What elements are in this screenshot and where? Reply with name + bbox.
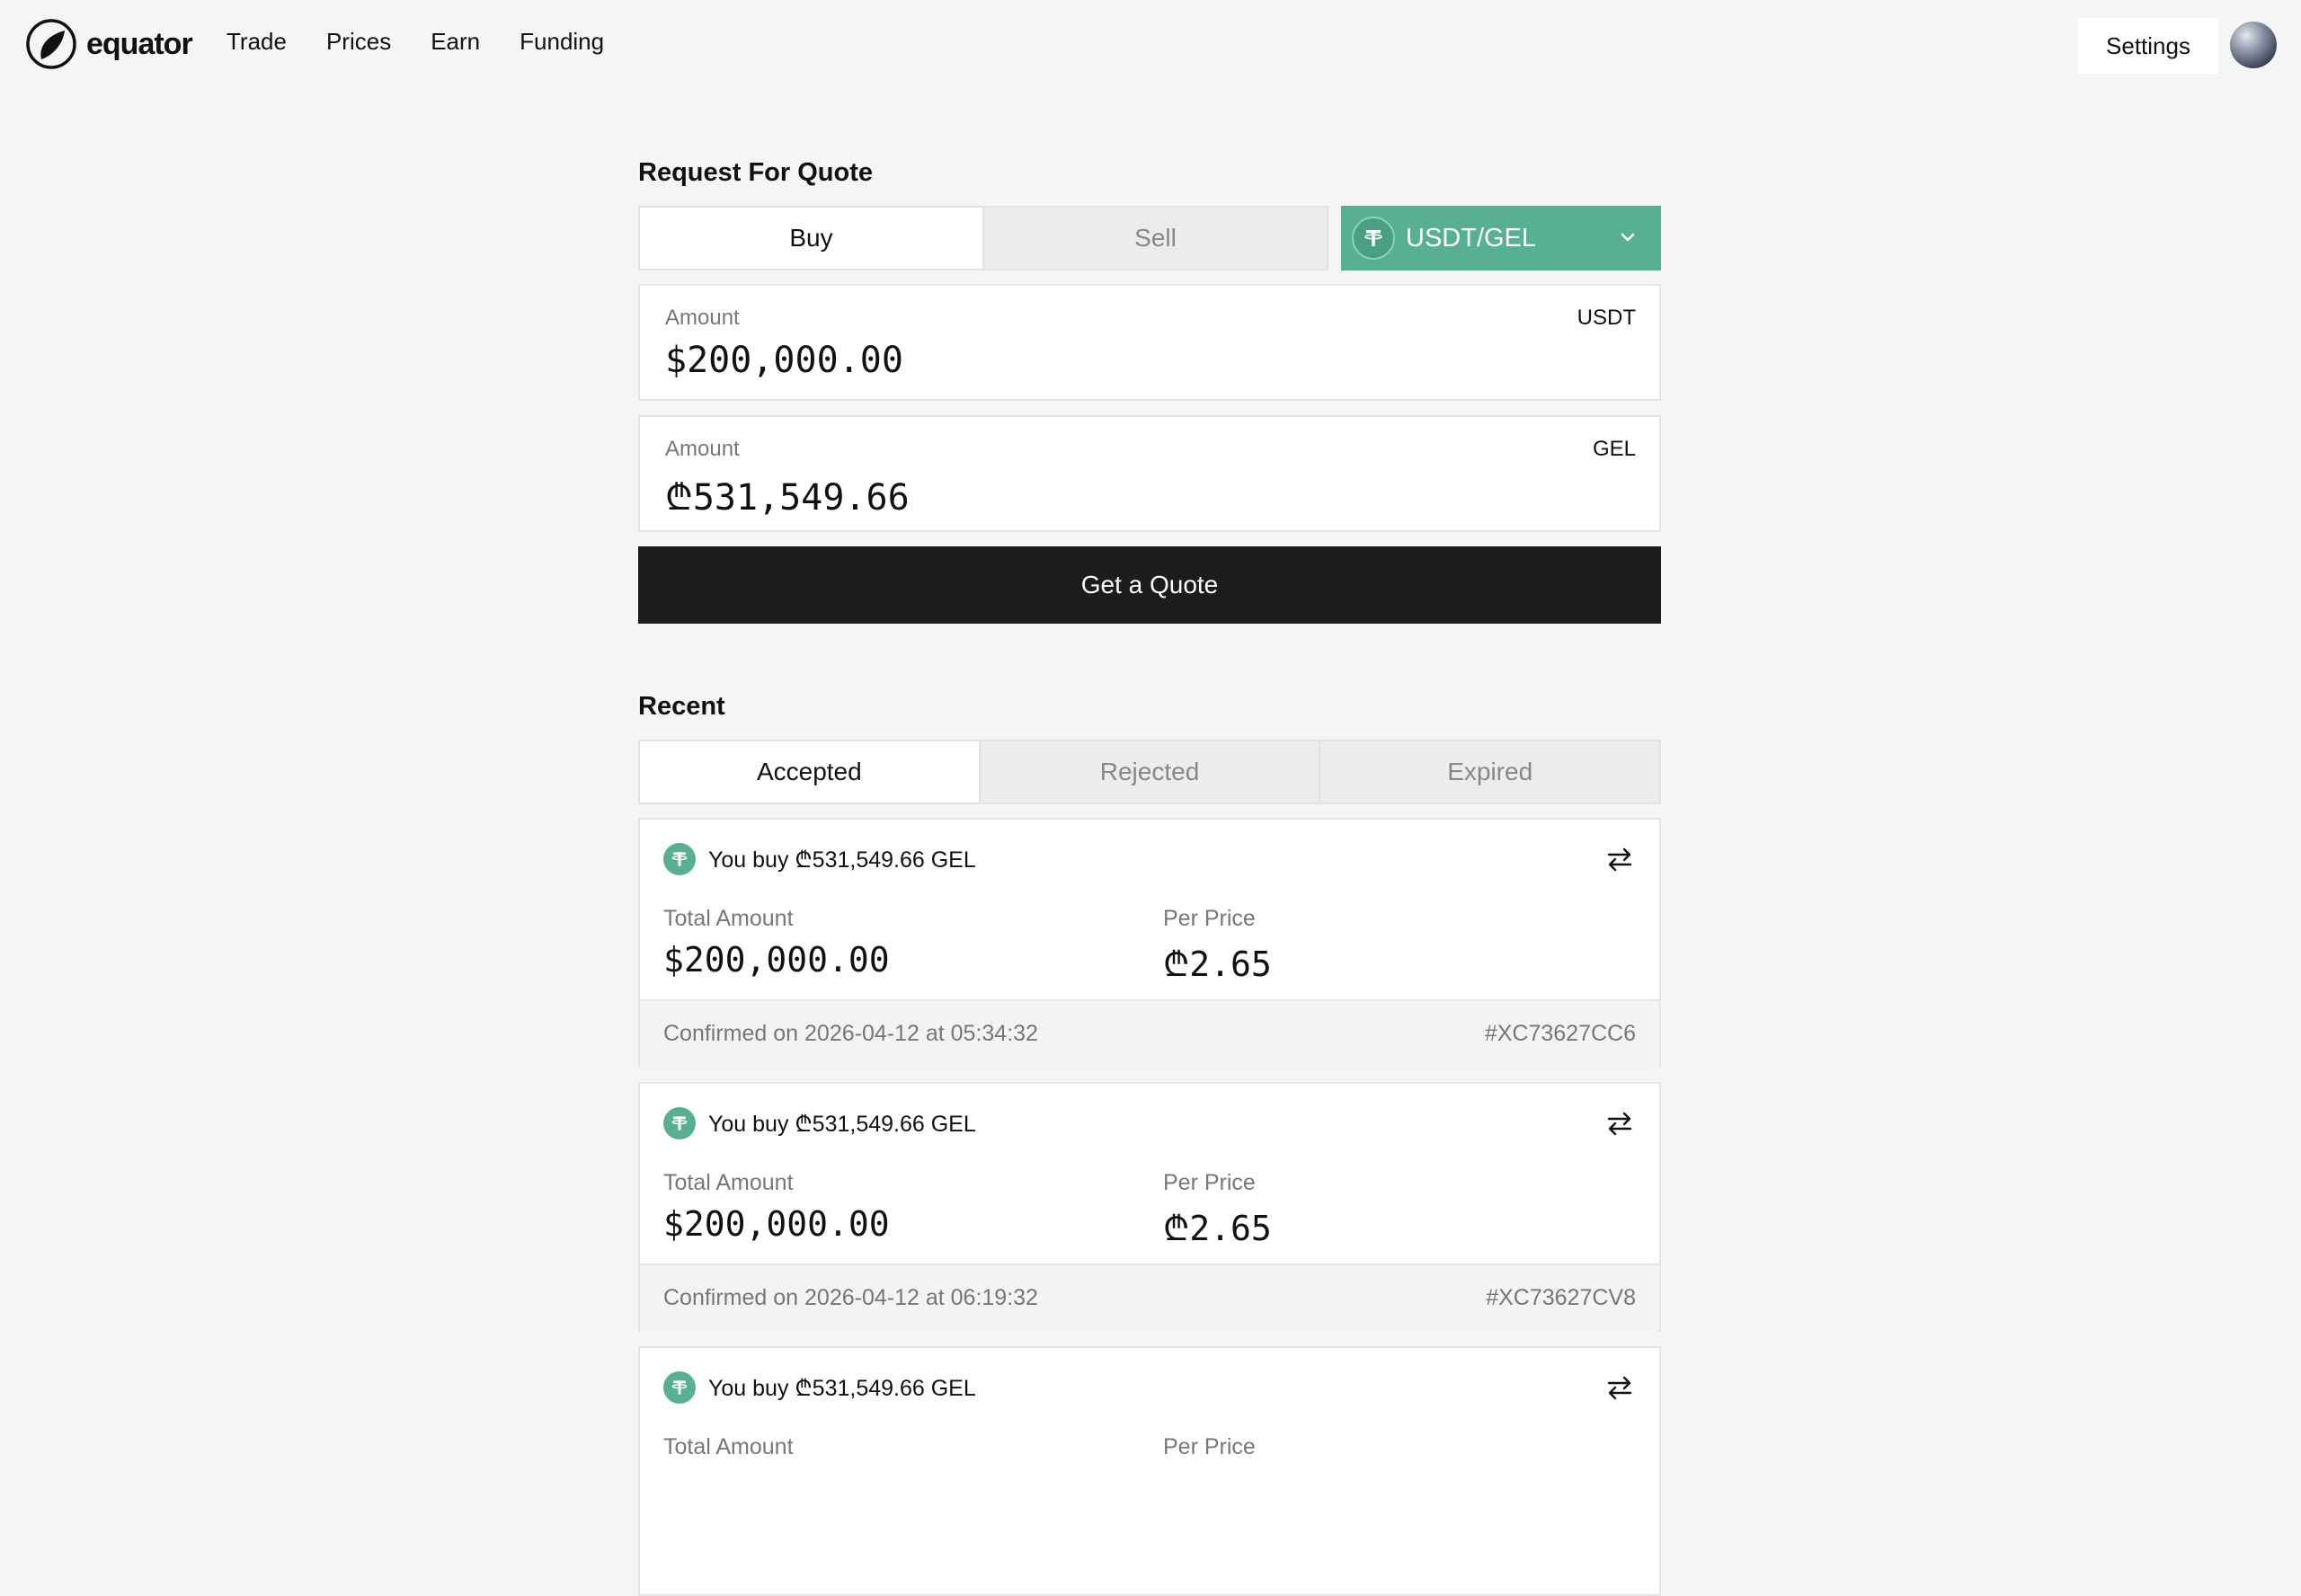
card-header: You buy ₾531,549.66 GEL <box>663 1107 976 1139</box>
per-price-label: Per Price <box>1163 906 1256 931</box>
per-price-label: Per Price <box>1163 1434 1256 1459</box>
get-quote-button[interactable]: Get a Quote <box>638 546 1661 624</box>
total-amount-label: Total Amount <box>663 1170 794 1195</box>
tether-icon <box>663 1107 696 1139</box>
tab-accepted[interactable]: Accepted <box>640 741 979 802</box>
total-amount-label: Total Amount <box>663 1434 794 1459</box>
nav-item-funding[interactable]: Funding <box>520 28 604 56</box>
amount-label: Amount <box>665 306 740 330</box>
main-nav: Trade Prices Earn Funding <box>227 28 604 56</box>
swap-arrows-icon[interactable] <box>1605 1373 1634 1402</box>
tether-glyph <box>671 1116 688 1130</box>
rfq-title: Request For Quote <box>638 158 874 187</box>
recent-quote-card[interactable]: You buy ₾531,549.66 GEL Total Amount $20… <box>638 1082 1661 1332</box>
per-price-value: ₾2.65 <box>1163 1209 1272 1248</box>
recent-quote-card[interactable]: You buy ₾531,549.66 GEL Total Amount $20… <box>638 818 1661 1068</box>
quote-title: You buy ₾531,549.66 GEL <box>708 847 976 873</box>
tether-glyph <box>671 852 688 866</box>
tab-rejected[interactable]: Rejected <box>978 741 1319 802</box>
brand-logo[interactable]: equator <box>25 18 193 70</box>
total-amount-label: Total Amount <box>663 906 794 931</box>
per-price-label: Per Price <box>1163 1170 1256 1195</box>
tether-icon <box>663 1371 696 1404</box>
amount-usdt-field[interactable]: Amount USDT $200,000.00 <box>638 284 1661 401</box>
total-amount-value: $200,000.00 <box>663 1204 890 1244</box>
card-footer: Confirmed on 2026-04-12 at 05:34:32 #XC7… <box>640 999 1659 1068</box>
recent-title: Recent <box>638 692 725 721</box>
brand-name: equator <box>86 26 193 61</box>
per-price-value: ₾2.65 <box>1163 944 1272 984</box>
pair-select[interactable]: USDT/GEL <box>1341 206 1661 270</box>
equator-logo-icon <box>26 19 76 69</box>
currency-label-usdt: USDT <box>1577 306 1636 330</box>
tether-icon <box>663 843 696 875</box>
avatar[interactable] <box>2230 22 2277 68</box>
card-footer: Confirmed on 2026-04-12 at 06:19:32 #XC7… <box>640 1264 1659 1332</box>
chevron-down-icon <box>1621 233 1635 242</box>
card-header: You buy ₾531,549.66 GEL <box>663 1371 976 1404</box>
buy-option[interactable]: Buy <box>640 208 984 269</box>
tether-glyph <box>1364 230 1382 246</box>
swap-arrows-icon[interactable] <box>1605 845 1634 873</box>
amount-usdt-value[interactable]: $200,000.00 <box>665 340 1474 381</box>
sell-option[interactable]: Sell <box>984 208 1327 269</box>
nav-item-earn[interactable]: Earn <box>431 28 480 56</box>
confirmed-timestamp: Confirmed on 2026-04-12 at 06:19:32 <box>663 1285 1038 1310</box>
tether-glyph <box>671 1380 688 1395</box>
amount-gel-value[interactable]: ₾531,549.66 <box>665 471 1474 520</box>
top-navigation-bar: equator Trade Prices Earn Funding Settin… <box>0 0 2301 90</box>
quote-id: #XC73627CV8 <box>1486 1285 1636 1310</box>
card-header: You buy ₾531,549.66 GEL <box>663 843 976 875</box>
quote-title: You buy ₾531,549.66 GEL <box>708 1376 976 1401</box>
tab-expired[interactable]: Expired <box>1319 741 1659 802</box>
nav-item-trade[interactable]: Trade <box>227 28 287 56</box>
amount-gel-field[interactable]: Amount GEL ₾531,549.66 <box>638 415 1661 532</box>
confirmed-timestamp: Confirmed on 2026-04-12 at 05:34:32 <box>663 1021 1038 1046</box>
swap-arrows-icon[interactable] <box>1605 1109 1634 1138</box>
rfq-side-row: Buy Sell USDT/GEL <box>638 206 1661 270</box>
recent-tabs: Accepted Rejected Expired <box>638 740 1661 804</box>
settings-button[interactable]: Settings <box>2078 18 2218 74</box>
total-amount-value: $200,000.00 <box>663 940 890 980</box>
amount-label: Amount <box>665 437 740 461</box>
recent-quote-card[interactable]: You buy ₾531,549.66 GEL Total Amount Per… <box>638 1346 1661 1596</box>
pair-label: USDT/GEL <box>1406 223 1537 253</box>
tether-icon <box>1352 217 1395 260</box>
quote-id: #XC73627CC6 <box>1484 1021 1636 1046</box>
nav-item-prices[interactable]: Prices <box>326 28 391 56</box>
buy-sell-toggle: Buy Sell <box>638 206 1328 270</box>
currency-label-gel: GEL <box>1592 437 1636 461</box>
quote-title: You buy ₾531,549.66 GEL <box>708 1112 976 1137</box>
